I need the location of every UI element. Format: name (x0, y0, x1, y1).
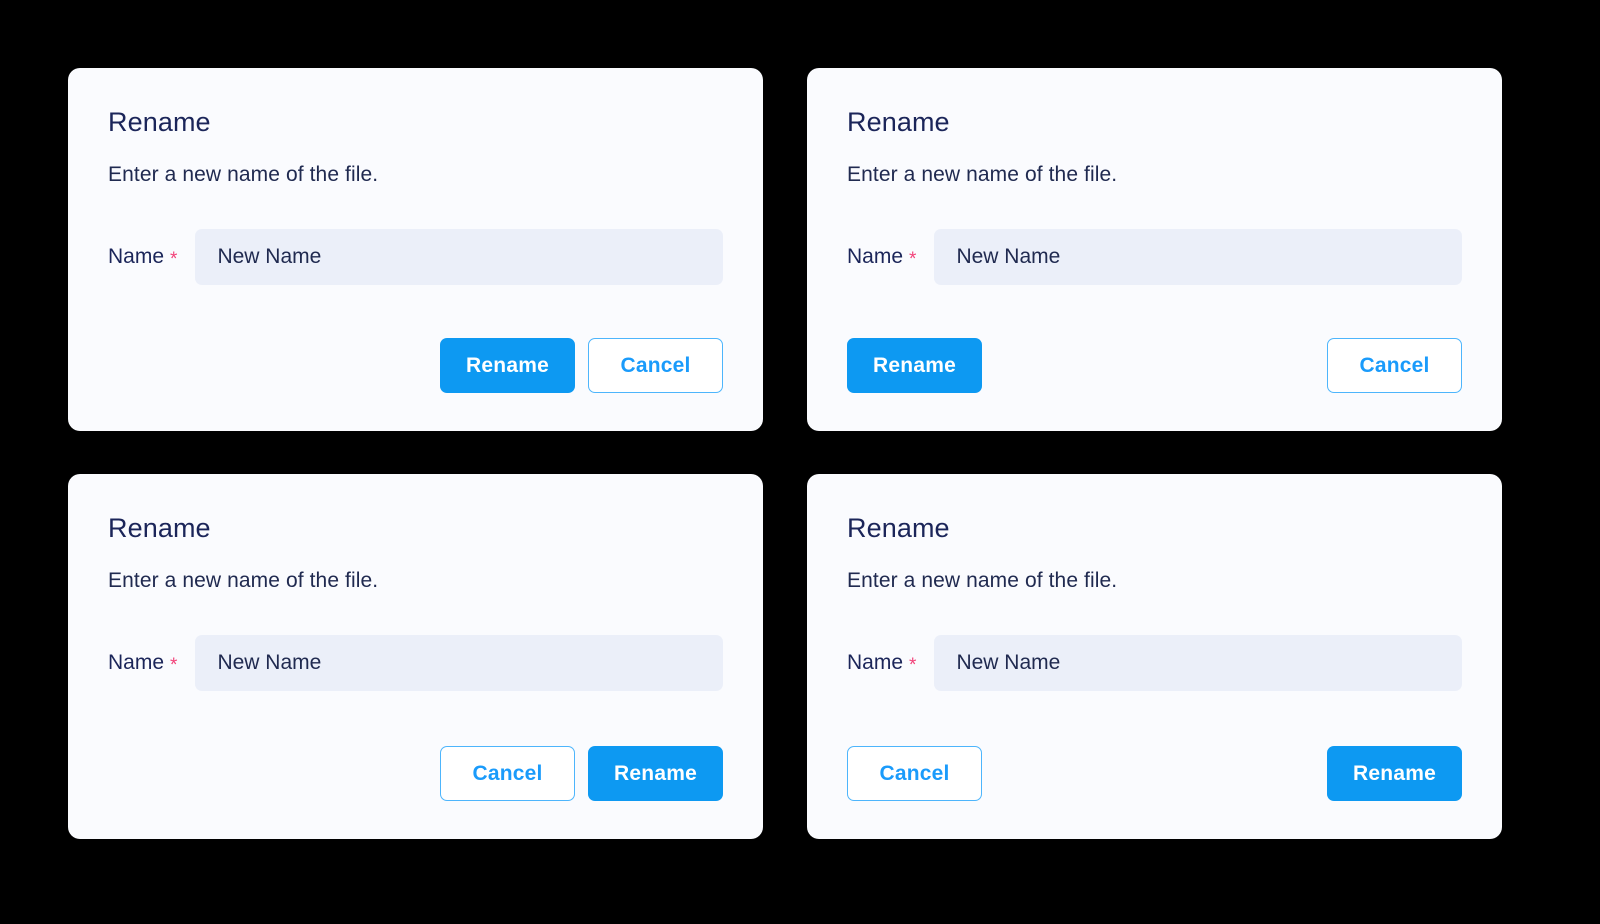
name-form-row: Name * (108, 634, 723, 691)
name-label-text: Name (847, 650, 904, 674)
name-field-label: Name * (847, 651, 916, 675)
dialog-title: Rename (108, 513, 211, 543)
dialog-description: Enter a new name of the file. (108, 163, 379, 187)
name-field-label: Name * (108, 651, 177, 675)
dialog-title: Rename (108, 107, 211, 137)
name-label-text: Name (847, 244, 904, 268)
rename-dialog-bottom-right: Rename Enter a new name of the file. Nam… (807, 474, 1502, 839)
rename-dialog-top-left: Rename Enter a new name of the file. Nam… (68, 68, 763, 431)
rename-button[interactable]: Rename (1327, 746, 1462, 801)
name-label-text: Name (108, 650, 165, 674)
dialog-actions: Cancel Rename (108, 746, 723, 801)
dialog-description: Enter a new name of the file. (108, 569, 379, 593)
required-asterisk-icon: * (909, 248, 917, 270)
dialog-title: Rename (847, 513, 950, 543)
name-form-row: Name * (847, 228, 1462, 285)
name-form-row: Name * (847, 634, 1462, 691)
dialog-grid: Rename Enter a new name of the file. Nam… (68, 68, 1502, 839)
required-asterisk-icon: * (909, 654, 917, 676)
cancel-button[interactable]: Cancel (1327, 338, 1462, 393)
cancel-button[interactable]: Cancel (440, 746, 575, 801)
dialog-actions: Cancel Rename (847, 746, 1462, 801)
name-field-label: Name * (108, 245, 177, 269)
rename-button[interactable]: Rename (588, 746, 723, 801)
dialog-title: Rename (847, 107, 950, 137)
page-canvas: Rename Enter a new name of the file. Nam… (0, 0, 1600, 924)
rename-dialog-top-right: Rename Enter a new name of the file. Nam… (807, 68, 1502, 431)
dialog-actions: Rename Cancel (847, 338, 1462, 393)
name-input[interactable] (195, 228, 723, 285)
name-input[interactable] (195, 634, 723, 691)
dialog-description: Enter a new name of the file. (847, 569, 1118, 593)
rename-button[interactable]: Rename (847, 338, 982, 393)
rename-button[interactable]: Rename (440, 338, 575, 393)
cancel-button[interactable]: Cancel (847, 746, 982, 801)
rename-dialog-bottom-left: Rename Enter a new name of the file. Nam… (68, 474, 763, 839)
dialog-description: Enter a new name of the file. (847, 163, 1118, 187)
name-input[interactable] (934, 634, 1462, 691)
required-asterisk-icon: * (170, 654, 178, 676)
name-label-text: Name (108, 244, 165, 268)
dialog-actions: Rename Cancel (108, 338, 723, 393)
name-input[interactable] (934, 228, 1462, 285)
cancel-button[interactable]: Cancel (588, 338, 723, 393)
name-field-label: Name * (847, 245, 916, 269)
name-form-row: Name * (108, 228, 723, 285)
required-asterisk-icon: * (170, 248, 178, 270)
